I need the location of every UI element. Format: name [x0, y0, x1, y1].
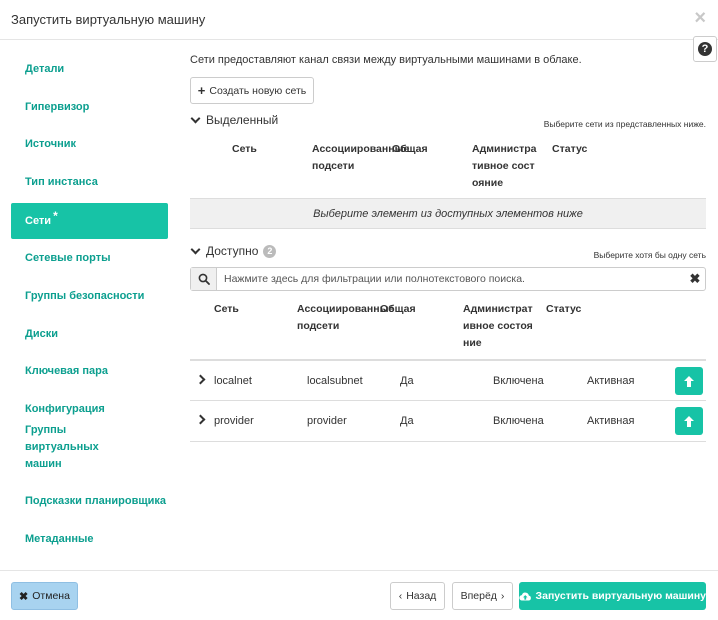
close-icon[interactable]: × — [694, 8, 706, 28]
dialog-footer: ✖ Отмена ‹ Назад Вперёд › Запустить вирт… — [0, 570, 718, 620]
cell-network: provider — [214, 415, 254, 427]
chevron-down-icon — [190, 113, 201, 124]
cell-shared: Да — [400, 415, 414, 427]
cell-status: Активная — [587, 375, 635, 387]
launch-label: Запустить виртуальную машину — [535, 590, 706, 602]
sidebar-item-key-pair[interactable]: Ключевая пара — [11, 353, 168, 389]
sidebar-item-flavor[interactable]: Тип инстанса — [11, 164, 168, 200]
next-label: Вперёд — [460, 590, 497, 602]
allocated-col-admin-state[interactable]: Административное состояние — [472, 141, 540, 192]
cancel-label: Отмена — [32, 590, 70, 602]
filter-search: ✖ — [190, 267, 706, 291]
allocated-col-subnets[interactable]: Ассоциированные подсети — [312, 141, 409, 175]
table-row: localnet localsubnet Да Включена Активна… — [190, 359, 706, 400]
allocated-col-status[interactable]: Статус — [552, 141, 587, 158]
sidebar-item-security-groups[interactable]: Группы безопасности — [11, 278, 168, 314]
cell-shared: Да — [400, 375, 414, 387]
arrow-up-icon — [684, 415, 694, 427]
table-bottom-border — [190, 441, 706, 442]
question-icon: ? — [698, 42, 712, 56]
available-toggle[interactable]: Доступно 2 — [190, 244, 277, 258]
search-input[interactable] — [217, 273, 685, 285]
allocated-hint: Выберите сети из представленных ниже. — [543, 119, 706, 129]
available-col-network[interactable]: Сеть — [214, 301, 239, 318]
sidebar-item-hypervisor[interactable]: Гипервизор — [11, 89, 168, 125]
sidebar-item-label: Сети — [25, 215, 52, 227]
arrow-up-icon — [684, 375, 694, 387]
cell-admin-state: Включена — [493, 415, 544, 427]
cell-network: localnet — [214, 375, 252, 387]
cell-admin-state: Включена — [493, 375, 544, 387]
allocated-empty-row: Выберите элемент из доступных элементов … — [190, 198, 706, 229]
allocate-button[interactable] — [675, 407, 703, 435]
cell-subnets: provider — [307, 415, 347, 427]
launch-instance-button[interactable]: Запустить виртуальную машину — [519, 582, 706, 610]
cloud-upload-icon — [519, 592, 531, 601]
available-col-status[interactable]: Статус — [546, 301, 581, 318]
plus-icon: + — [197, 82, 206, 98]
search-icon — [191, 268, 217, 290]
sidebar-item-networks[interactable]: Сети * — [11, 203, 168, 239]
back-button[interactable]: ‹ Назад — [390, 582, 445, 610]
cell-status: Активная — [587, 415, 635, 427]
back-label: Назад — [406, 590, 437, 602]
chevron-down-icon — [190, 244, 201, 255]
table-row: provider provider Да Включена Активная — [190, 400, 706, 441]
sidebar-item-network-ports[interactable]: Сетевые порты — [11, 240, 168, 276]
cancel-button[interactable]: ✖ Отмена — [11, 582, 78, 610]
sidebar-item-details[interactable]: Детали — [11, 51, 168, 87]
allocated-toggle[interactable]: Выделенный — [190, 113, 278, 127]
required-mark: * — [53, 209, 58, 223]
available-col-subnets[interactable]: Ассоциированные подсети — [297, 301, 394, 335]
next-button[interactable]: Вперёд › — [452, 582, 513, 610]
create-network-button[interactable]: + Создать новую сеть — [190, 77, 314, 104]
sidebar-item-scheduler-hints[interactable]: Подсказки планировщика — [11, 483, 168, 519]
allocated-col-network[interactable]: Сеть — [232, 141, 257, 158]
available-hint: Выберите хотя бы одну сеть — [593, 250, 706, 260]
allocated-col-shared[interactable]: Общая — [392, 141, 428, 158]
available-count-badge: 2 — [263, 244, 277, 258]
chevron-right-icon: › — [500, 590, 505, 602]
available-col-shared[interactable]: Общая — [380, 301, 416, 318]
help-button[interactable]: ? — [693, 36, 717, 62]
sidebar-item-source[interactable]: Источник — [11, 126, 168, 162]
expand-row-icon[interactable] — [195, 414, 206, 425]
allocated-title: Выделенный — [206, 113, 279, 127]
expand-row-icon[interactable] — [195, 374, 206, 385]
dialog-header: Запустить виртуальную машину × — [0, 0, 718, 40]
sidebar-item-metadata[interactable]: Метаданные — [11, 521, 168, 557]
available-col-admin-state[interactable]: Административное состояние — [463, 301, 537, 352]
chevron-left-icon: ‹ — [398, 590, 403, 602]
close-icon: ✖ — [19, 590, 29, 603]
allocate-button[interactable] — [675, 367, 703, 395]
intro-text: Сети предоставляют канал связи между вир… — [190, 54, 582, 66]
cell-subnets: localsubnet — [307, 375, 363, 387]
sidebar-item-server-groups[interactable]: Группы виртуальных машин — [11, 424, 131, 470]
dialog-title: Запустить виртуальную машину — [11, 12, 206, 27]
sidebar-item-volumes[interactable]: Диски — [11, 316, 168, 352]
available-title: Доступно — [206, 244, 259, 258]
create-network-label: Создать новую сеть — [209, 84, 307, 97]
clear-search-icon[interactable]: ✖ — [685, 271, 705, 287]
